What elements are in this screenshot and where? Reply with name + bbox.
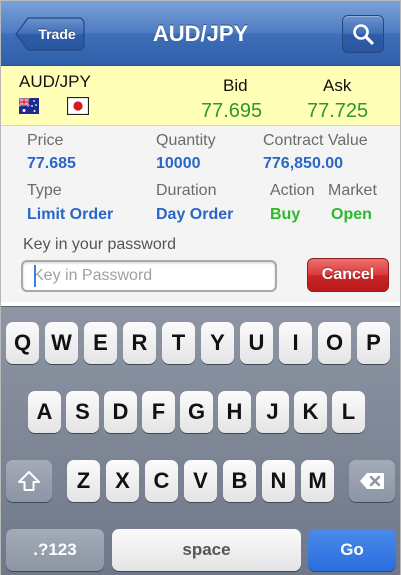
key-s[interactable]: S [66, 391, 99, 433]
key-w[interactable]: W [45, 322, 78, 364]
type-label: Type [27, 182, 62, 199]
key-q[interactable]: Q [6, 322, 39, 364]
market-value: Open [331, 206, 372, 223]
price-value: 77.685 [27, 155, 76, 172]
text-cursor [34, 265, 36, 287]
action-label: Action [270, 182, 315, 199]
duration-value: Day Order [156, 206, 234, 223]
back-button[interactable]: Trade [15, 17, 85, 51]
search-button[interactable] [342, 15, 384, 53]
duration-label: Duration [156, 182, 217, 199]
navbar: Trade AUD/JPY [1, 1, 400, 66]
quantity-value: 10000 [156, 155, 201, 172]
back-button-label: Trade [38, 26, 76, 42]
key-r[interactable]: R [123, 322, 156, 364]
key-i[interactable]: I [279, 322, 312, 364]
key-l[interactable]: L [332, 391, 365, 433]
password-input[interactable] [21, 260, 277, 292]
key-c[interactable]: C [145, 460, 178, 502]
quantity-label: Quantity [156, 132, 216, 149]
key-f[interactable]: F [142, 391, 175, 433]
backspace-key[interactable] [349, 460, 395, 502]
key-m[interactable]: M [301, 460, 334, 502]
key-e[interactable]: E [84, 322, 117, 364]
key-k[interactable]: K [294, 391, 327, 433]
key-x[interactable]: X [106, 460, 139, 502]
shift-icon [18, 471, 40, 491]
search-icon [353, 24, 374, 45]
bid-label: Bid [223, 76, 248, 95]
key-n[interactable]: N [262, 460, 295, 502]
key-p[interactable]: P [357, 322, 390, 364]
go-key[interactable]: Go [308, 529, 396, 571]
key-g[interactable]: G [180, 391, 213, 433]
shift-key[interactable] [6, 460, 52, 502]
cancel-button[interactable]: Cancel [307, 258, 389, 292]
type-value: Limit Order [27, 206, 114, 223]
key-o[interactable]: O [318, 322, 351, 364]
key-t[interactable]: T [162, 322, 195, 364]
backspace-icon [360, 473, 384, 489]
screen: Trade AUD/JPY AUD/JPY Bid Ask 77.695 77.… [0, 0, 401, 575]
bid-value: 77.695 [201, 100, 263, 122]
key-b[interactable]: B [223, 460, 256, 502]
numbers-key[interactable]: .?123 [6, 529, 104, 571]
key-j[interactable]: J [256, 391, 289, 433]
space-key[interactable]: space [112, 529, 301, 571]
currency-pair: AUD/JPY [19, 72, 91, 91]
japan-flag-icon [67, 97, 89, 115]
key-d[interactable]: D [104, 391, 137, 433]
keyboard: Q W E R T Y U I O P A S D F G H J K L Z … [1, 306, 400, 575]
ask-value: 77.725 [307, 100, 369, 122]
market-label: Market [328, 182, 377, 199]
order-details: Price 77.685 Quantity 10000 Contract Val… [1, 126, 400, 302]
key-y[interactable]: Y [201, 322, 234, 364]
ask-label: Ask [323, 76, 352, 95]
password-prompt: Key in your password [23, 236, 176, 253]
australia-flag-icon [19, 98, 39, 114]
quote-panel: AUD/JPY Bid Ask 77.695 77.725 [1, 66, 400, 126]
contract-value: 776,850.00 [263, 155, 344, 172]
key-v[interactable]: V [184, 460, 217, 502]
key-u[interactable]: U [240, 322, 273, 364]
key-z[interactable]: Z [67, 460, 100, 502]
price-label: Price [27, 132, 64, 149]
contract-value-label: Contract Value [263, 132, 368, 149]
key-a[interactable]: A [28, 391, 61, 433]
key-h[interactable]: H [218, 391, 251, 433]
action-value: Buy [270, 206, 301, 223]
